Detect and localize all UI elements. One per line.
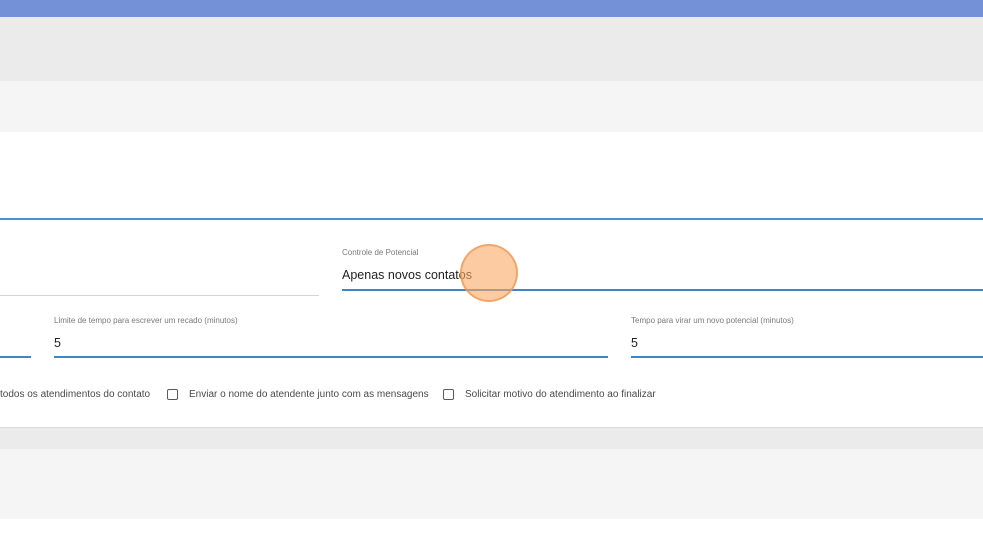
- page-footer-space: [0, 519, 983, 549]
- checkbox-solicitar-motivo[interactable]: [443, 389, 454, 400]
- left-field-2-underline[interactable]: [0, 356, 31, 358]
- left-field-underline[interactable]: [0, 295, 319, 296]
- checkbox-label-todos-atendimentos[interactable]: todos os atendimentos do contato: [0, 389, 150, 400]
- top-app-bar: [0, 0, 983, 17]
- click-indicator: [460, 244, 518, 302]
- section-divider-band: [0, 428, 983, 449]
- checkbox-enviar-nome[interactable]: [167, 389, 178, 400]
- section-header: [0, 81, 983, 132]
- checkbox-label-solicitar-motivo[interactable]: Solicitar motivo do atendimento ao final…: [465, 389, 656, 400]
- potencial-label: Controle de Potencial: [342, 248, 419, 257]
- toolbar-area: [0, 17, 983, 81]
- limite-tempo-input[interactable]: 5: [54, 336, 61, 350]
- potencial-underline: [342, 289, 983, 291]
- potencial-value[interactable]: Apenas novos contatos: [342, 268, 472, 282]
- tempo-potencial-underline: [631, 356, 983, 358]
- limite-tempo-underline: [54, 356, 608, 358]
- tempo-potencial-input[interactable]: 5: [631, 336, 638, 350]
- tempo-potencial-label: Tempo para virar um novo potencial (minu…: [631, 316, 794, 325]
- lower-section: [0, 449, 983, 519]
- checkbox-label-enviar-nome[interactable]: Enviar o nome do atendente junto com as …: [189, 389, 429, 400]
- limite-tempo-label: Limite de tempo para escrever um recado …: [54, 316, 238, 325]
- card-tab-indicator: [0, 218, 983, 220]
